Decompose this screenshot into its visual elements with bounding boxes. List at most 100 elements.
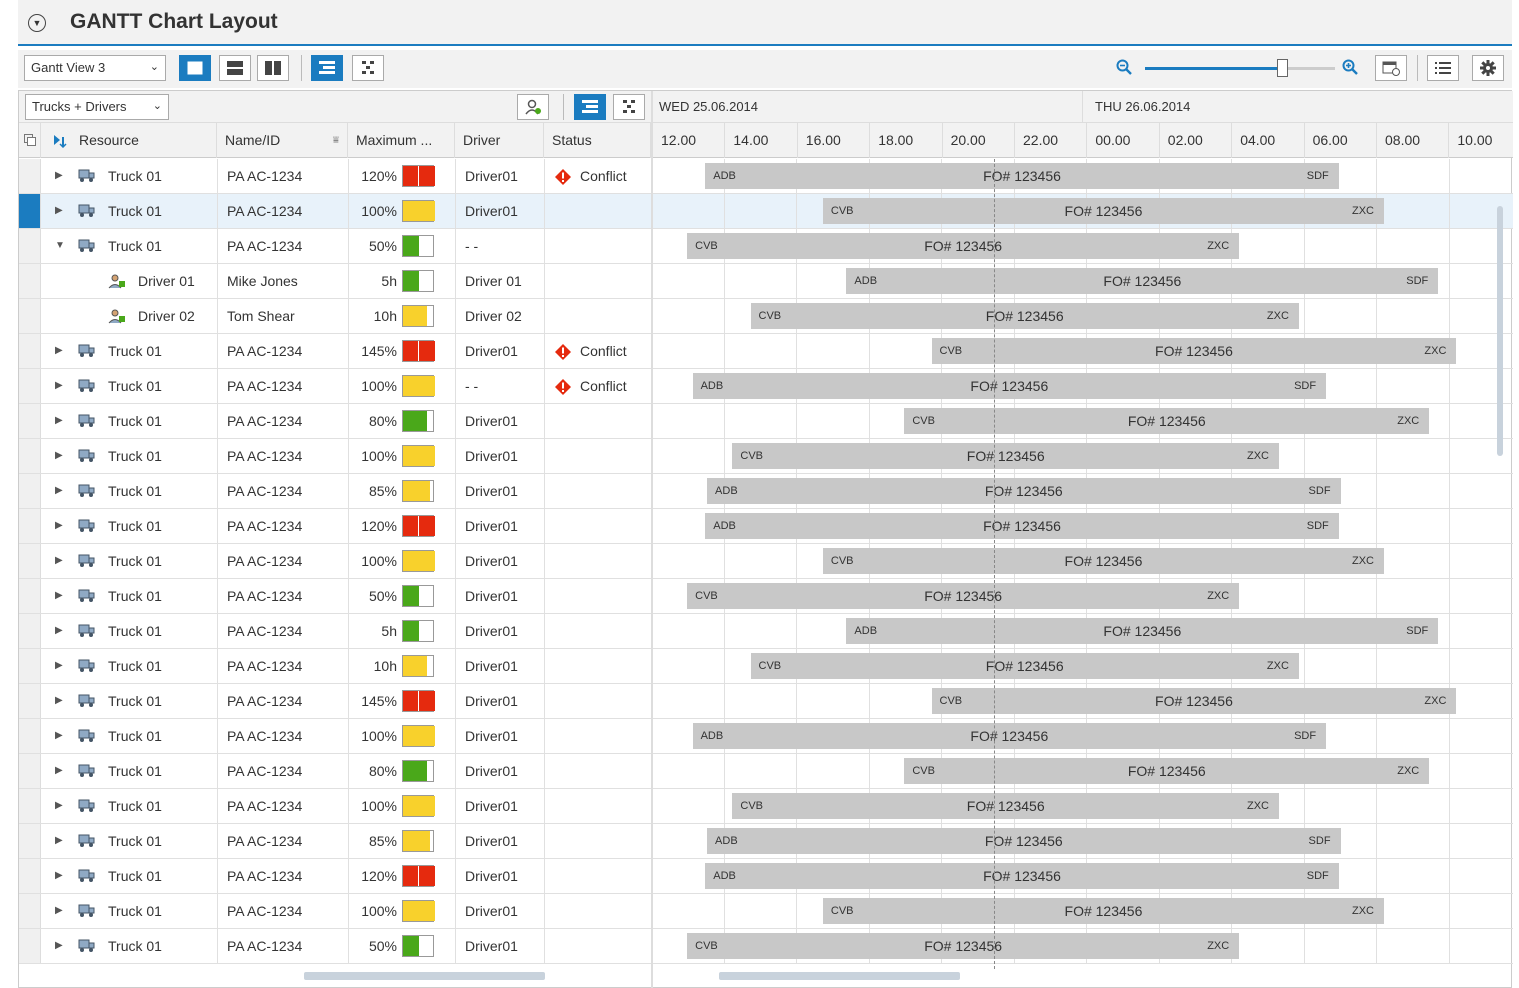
gantt-bar[interactable]: CVB FO# 123456 ZXC (687, 583, 1240, 609)
gantt-bars-button-2[interactable] (574, 94, 606, 120)
gantt-bar[interactable]: ADB FO# 123456 SDF (692, 723, 1327, 749)
gantt-bar[interactable]: CVB FO# 123456 ZXC (822, 548, 1384, 574)
vertical-scrollbar[interactable] (1497, 206, 1503, 456)
gantt-bar[interactable]: ADB FO# 123456 SDF (846, 618, 1439, 644)
table-row[interactable]: Driver 01 Mike Jones 5h Driver 01 ADB FO# 123… (19, 264, 1513, 299)
gantt-bar[interactable]: CVB FO# 123456 ZXC (732, 443, 1279, 469)
chevron-right-icon[interactable]: ▶ (55, 544, 63, 578)
table-row[interactable]: ▶ Truck 01 PA AC-1234 120% Driver01 Conflict A… (19, 159, 1513, 194)
chevron-right-icon[interactable]: ▶ (55, 334, 63, 368)
row-selector[interactable] (19, 649, 41, 683)
row-selector[interactable] (19, 719, 41, 753)
chevron-right-icon[interactable]: ▶ (55, 369, 63, 403)
gantt-bar[interactable]: CVB FO# 123456 ZXC (904, 408, 1430, 434)
chevron-right-icon[interactable]: ▶ (55, 719, 63, 753)
chevron-right-icon[interactable]: ▶ (55, 614, 63, 648)
list-view-button[interactable] (1427, 55, 1459, 81)
chevron-right-icon[interactable]: ▶ (55, 474, 63, 508)
table-row[interactable]: ▶ Truck 01 PA AC-1234 50% Driver01 CVB FO# 123… (19, 579, 1513, 614)
table-row[interactable]: ▶ Truck 01 PA AC-1234 100% Driver01 CVB FO# 12… (19, 894, 1513, 929)
row-selector[interactable] (19, 474, 41, 508)
row-selector[interactable] (19, 859, 41, 893)
row-selector[interactable] (19, 544, 41, 578)
gantt-bar[interactable]: CVB FO# 123456 ZXC (904, 758, 1430, 784)
table-row[interactable]: ▶ Truck 01 PA AC-1234 50% Driver01 CVB FO# 123… (19, 929, 1513, 964)
table-row[interactable]: ▶ Truck 01 PA AC-1234 80% Driver01 CVB FO# 123… (19, 754, 1513, 789)
row-selector[interactable] (19, 159, 41, 193)
filter-icon[interactable]: ⩸ (333, 123, 339, 158)
table-row[interactable]: ▶ Truck 01 PA AC-1234 100% - - Conflict ADB FO#… (19, 369, 1513, 404)
gantt-bar[interactable]: CVB FO# 123456 ZXC (687, 233, 1240, 259)
network-view-button-2[interactable] (613, 94, 645, 120)
chevron-right-icon[interactable]: ▶ (55, 754, 63, 788)
table-row[interactable]: ▶ Truck 01 PA AC-1234 100% Driver01 CVB FO# 12… (19, 544, 1513, 579)
row-selector[interactable] (19, 404, 41, 438)
gantt-bar[interactable]: CVB FO# 123456 ZXC (750, 303, 1299, 329)
chevron-right-icon[interactable]: ▶ (55, 194, 63, 228)
gantt-bar[interactable]: ADB FO# 123456 SDF (707, 828, 1341, 854)
row-selector[interactable] (19, 929, 41, 963)
gantt-bar[interactable]: CVB FO# 123456 ZXC (687, 933, 1240, 959)
chevron-right-icon[interactable]: ▶ (55, 929, 63, 963)
table-row[interactable]: ▶ Truck 01 PA AC-1234 145% Driver01 Conflict C… (19, 334, 1513, 369)
gantt-bar[interactable]: ADB FO# 123456 SDF (692, 373, 1327, 399)
table-row[interactable]: ▶ Truck 01 PA AC-1234 5h Driver01 ADB FO# 1234… (19, 614, 1513, 649)
row-selector[interactable] (19, 579, 41, 613)
table-row[interactable]: ▶ Truck 01 PA AC-1234 85% Driver01 ADB FO# 123… (19, 474, 1513, 509)
assign-driver-button[interactable] (517, 94, 549, 120)
table-row[interactable]: ▶ Truck 01 PA AC-1234 145% Driver01 CVB FO# 12… (19, 684, 1513, 719)
table-row[interactable]: ▶ Truck 01 PA AC-1234 80% Driver01 CVB FO# 123… (19, 404, 1513, 439)
chevron-right-icon[interactable]: ▶ (55, 894, 63, 928)
chevron-right-icon[interactable]: ▶ (55, 649, 63, 683)
table-row[interactable]: ▶ Truck 01 PA AC-1234 120% Driver01 ADB FO# 12… (19, 509, 1513, 544)
row-selector[interactable] (19, 229, 41, 263)
row-selector[interactable] (19, 369, 41, 403)
splitter[interactable] (651, 91, 653, 988)
network-view-button[interactable] (352, 55, 384, 81)
row-selector[interactable] (19, 894, 41, 928)
gantt-bar[interactable]: CVB FO# 123456 ZXC (931, 338, 1457, 364)
table-row[interactable]: Driver 02 Tom Shear 10h Driver 02 CVB FO# 123… (19, 299, 1513, 334)
row-selector[interactable] (19, 509, 41, 543)
column-header-status[interactable]: Status (544, 123, 651, 158)
chevron-right-icon[interactable]: ▶ (55, 404, 63, 438)
select-all-cell[interactable] (19, 123, 41, 158)
gantt-bars-button[interactable] (311, 55, 343, 81)
row-selector[interactable] (19, 684, 41, 718)
table-row[interactable]: ▶ Truck 01 PA AC-1234 10h Driver01 CVB FO# 123… (19, 649, 1513, 684)
chevron-right-icon[interactable]: ▶ (55, 159, 63, 193)
chart-horizontal-scrollbar[interactable] (719, 972, 960, 980)
table-row[interactable]: ▶ Truck 01 PA AC-1234 120% Driver01 ADB FO# 12… (19, 859, 1513, 894)
column-header-driver[interactable]: Driver (455, 123, 544, 158)
column-header-resource[interactable]: Resource (41, 123, 217, 158)
row-selector[interactable] (19, 264, 41, 298)
zoom-out-icon[interactable] (1116, 59, 1132, 75)
chevron-right-icon[interactable]: ▶ (55, 824, 63, 858)
resource-filter-select[interactable]: Trucks + Drivers ⌄ (25, 94, 169, 120)
row-selector[interactable] (19, 194, 41, 228)
table-row[interactable]: ▶ Truck 01 PA AC-1234 100% Driver01 ADB FO# 12… (19, 719, 1513, 754)
vertical-split-button[interactable] (257, 55, 289, 81)
chevron-right-icon[interactable]: ▶ (55, 789, 63, 823)
gantt-bar[interactable]: CVB FO# 123456 ZXC (931, 688, 1457, 714)
gantt-bar[interactable]: CVB FO# 123456 ZXC (822, 898, 1384, 924)
chevron-right-icon[interactable]: ▶ (55, 579, 63, 613)
row-selector[interactable] (19, 299, 41, 333)
zoom-slider-track[interactable] (1145, 67, 1335, 70)
chevron-right-icon[interactable]: ▶ (55, 439, 63, 473)
zoom-slider-handle[interactable] (1276, 59, 1288, 77)
table-row[interactable]: ▶ Truck 01 PA AC-1234 85% Driver01 ADB FO# 123… (19, 824, 1513, 859)
row-selector[interactable] (19, 334, 41, 368)
gantt-bar[interactable]: ADB FO# 123456 SDF (705, 513, 1339, 539)
collapse-toggle-icon[interactable]: ▼ (28, 14, 46, 32)
table-horizontal-scrollbar[interactable] (304, 972, 545, 980)
column-header-name[interactable]: Name/ID ⩸ (217, 123, 348, 158)
gantt-bar[interactable]: ADB FO# 123456 SDF (707, 478, 1341, 504)
gantt-bar[interactable]: ADB FO# 123456 SDF (705, 863, 1339, 889)
gantt-bar[interactable]: ADB FO# 123456 SDF (846, 268, 1439, 294)
row-selector[interactable] (19, 789, 41, 823)
row-selector[interactable] (19, 439, 41, 473)
row-selector[interactable] (19, 614, 41, 648)
table-row[interactable]: ▶ Truck 01 PA AC-1234 100% Driver01 CVB FO# 12… (19, 439, 1513, 474)
settings-button[interactable] (1472, 55, 1504, 81)
